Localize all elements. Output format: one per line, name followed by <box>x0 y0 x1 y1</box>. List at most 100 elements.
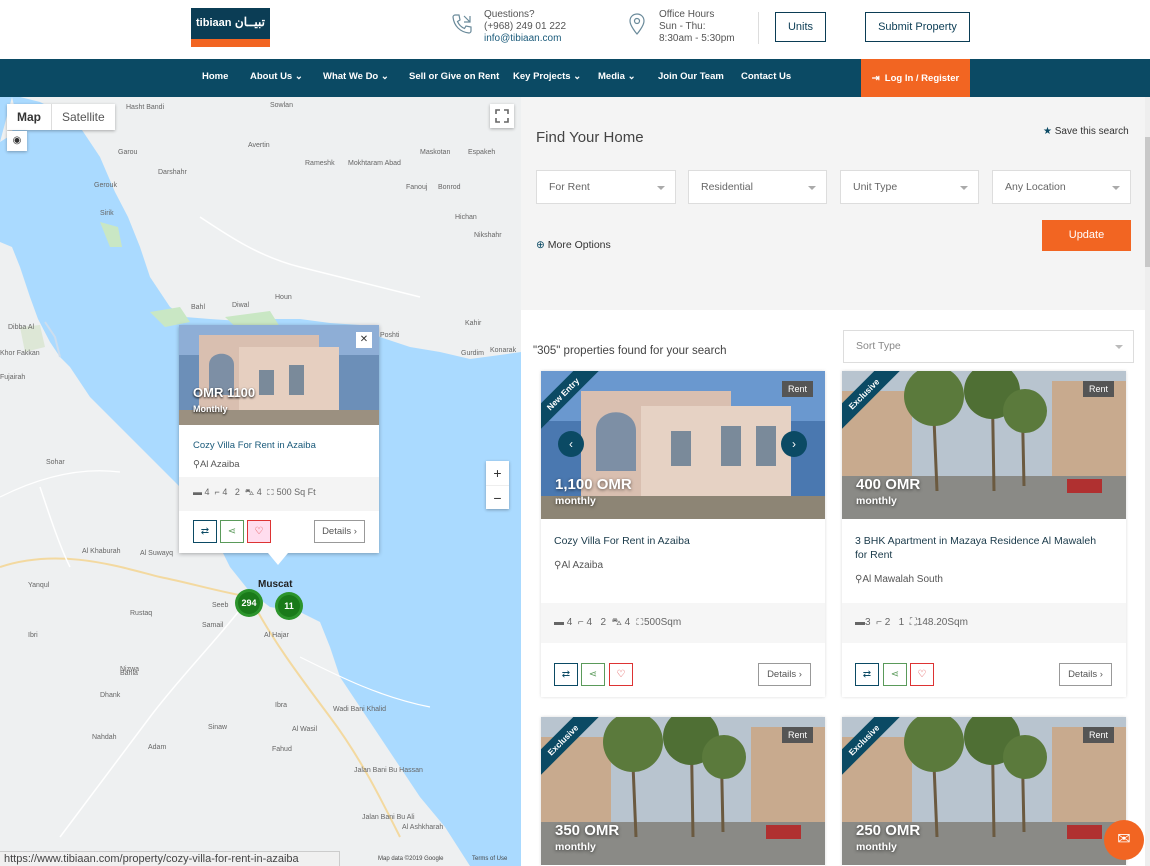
email-link[interactable]: info@tibiaan.com <box>484 33 561 44</box>
map-type-map[interactable]: Map <box>7 104 52 130</box>
page-scrollbar[interactable] <box>1145 97 1150 866</box>
zoom-out-button[interactable]: − <box>486 486 509 510</box>
card-title[interactable]: 3 BHK Apartment in Mazaya Residence Al M… <box>855 534 1105 562</box>
hours-label: Office Hours <box>659 9 715 20</box>
map-place-label: Dibba Al <box>8 324 35 331</box>
card-title[interactable]: Cozy Villa For Rent in Azaiba <box>554 534 804 548</box>
map-terms-link[interactable]: Terms of Use <box>472 856 507 862</box>
card-features: ▬ 4 ⌐ 4 2 ⛍ 4 ⛶500Sqm <box>541 603 825 643</box>
zoom-in-button[interactable]: + <box>486 461 509 486</box>
nav-label: Key Projects <box>513 71 571 82</box>
tibiaan-logo[interactable]: tibiaan تبيــان <box>191 8 270 47</box>
map-place-label: Hichan <box>455 214 477 221</box>
popup-details-button[interactable]: Details › <box>314 520 365 543</box>
map-place-label: Rustaq <box>130 610 152 617</box>
share-icon[interactable]: ⋖ <box>883 663 907 686</box>
nav-contact-us[interactable]: Contact Us <box>741 71 791 82</box>
map-type-satellite[interactable]: Satellite <box>52 104 115 130</box>
details-label: Details <box>1068 669 1098 680</box>
map-place-label: Al Suwayq <box>140 550 173 557</box>
nav-key-projects[interactable]: Key Projects ⌄ <box>513 71 581 82</box>
zoom-control: + − <box>486 461 509 509</box>
map-place-label: Al Ashkharah <box>402 824 443 831</box>
property-photo[interactable]: ✕ OMR 1100 Monthly <box>179 325 379 425</box>
map-place-label: Diwal <box>232 302 250 309</box>
filter-location[interactable]: Any Location <box>992 170 1131 204</box>
popup-title[interactable]: Cozy Villa For Rent in Azaiba <box>193 440 316 451</box>
map-place-label: Muscat <box>258 579 293 590</box>
card-period: monthly <box>856 495 897 507</box>
baths-count: 4 <box>586 617 593 628</box>
map-info-popup: ✕ OMR 1100 Monthly Cozy Villa For Rent i… <box>179 325 379 565</box>
nav-sell-or-rent[interactable]: Sell or Give on Rent <box>409 71 499 82</box>
compare-icon[interactable]: ⇄ <box>855 663 879 686</box>
fullscreen-button[interactable] <box>490 104 514 128</box>
login-register-button[interactable]: ⇥ Log In / Register <box>861 59 970 97</box>
nav-what-we-do[interactable]: What We Do ⌄ <box>323 71 389 82</box>
hours-days: Sun - Thu: <box>659 21 706 32</box>
main-nav: Home About Us ⌄ What We Do ⌄ Sell or Giv… <box>0 59 1150 97</box>
property-photo[interactable]: New Entry Rent ‹ › 1,100 OMR monthly <box>541 371 825 519</box>
nav-home[interactable]: Home <box>202 71 228 82</box>
close-icon[interactable]: ✕ <box>356 332 372 348</box>
chevron-down-icon: ⌄ <box>573 71 582 82</box>
area-value: 500 Sq Ft <box>276 487 316 497</box>
bath-icon: ⌐ <box>214 487 220 497</box>
page-title: Find Your Home <box>536 129 644 146</box>
compare-icon[interactable]: ⇄ <box>554 663 578 686</box>
property-photo[interactable]: Exclusive Rent 250 OMR monthly <box>842 717 1126 865</box>
card-location: ⚲Al Azaiba <box>554 560 603 571</box>
location-pin-icon <box>629 13 645 35</box>
favorite-heart-icon[interactable]: ♡ <box>609 663 633 686</box>
sort-select[interactable]: Sort Type <box>843 330 1134 363</box>
bath-icon: ⌐ <box>876 617 882 628</box>
nav-join-our-team[interactable]: Join Our Team <box>658 71 724 82</box>
scrollbar-thumb[interactable] <box>1145 137 1150 267</box>
map-type-control: Map Satellite <box>7 104 115 130</box>
card-details-button[interactable]: Details › <box>758 663 811 686</box>
beds-count: 3 <box>865 617 871 628</box>
phone-number[interactable]: (+968) 249 01 222 <box>484 21 566 33</box>
card-price: 250 OMR <box>856 822 921 839</box>
star-icon: ★ <box>1043 126 1052 137</box>
rent-badge: Rent <box>1082 727 1114 743</box>
favorite-heart-icon[interactable]: ♡ <box>247 520 271 543</box>
more-options-link[interactable]: ⊕ More Options <box>536 239 611 251</box>
chat-bubble-icon[interactable]: ✉ <box>1104 820 1144 860</box>
favorite-heart-icon[interactable]: ♡ <box>910 663 934 686</box>
car-icon: ⛍ <box>244 487 255 497</box>
filter-residential[interactable]: Residential <box>688 170 827 204</box>
map-cluster-marker[interactable]: 11 <box>275 592 303 620</box>
baths-count: 2 <box>884 617 891 628</box>
share-icon[interactable]: ⋖ <box>581 663 605 686</box>
nav-about-us[interactable]: About Us ⌄ <box>250 71 303 82</box>
property-photo[interactable]: Exclusive Rent 400 OMR monthly <box>842 371 1126 519</box>
details-label: Details <box>767 669 797 680</box>
card-price: 400 OMR <box>856 476 921 493</box>
card-period: monthly <box>555 495 596 507</box>
popup-price: OMR 1100 <box>193 385 256 400</box>
share-icon[interactable]: ⋖ <box>220 520 244 543</box>
baths-count: 4 <box>222 487 228 497</box>
nav-media[interactable]: Media ⌄ <box>598 71 636 82</box>
update-button[interactable]: Update <box>1042 220 1131 251</box>
more-options-label: More Options <box>547 239 611 251</box>
filter-unit-type[interactable]: Unit Type <box>840 170 979 204</box>
filter-for-rent[interactable]: For Rent <box>536 170 676 204</box>
map-place-label: Gurdim <box>461 350 484 357</box>
compare-icon[interactable]: ⇄ <box>193 520 217 543</box>
chevron-right-icon[interactable]: › <box>781 431 807 457</box>
beds-count: 4 <box>204 487 210 497</box>
card-details-button[interactable]: Details › <box>1059 663 1112 686</box>
property-photo[interactable]: Exclusive Rent 350 OMR monthly <box>541 717 825 865</box>
save-search-link[interactable]: ★ Save this search <box>1043 126 1129 137</box>
submit-property-button[interactable]: Submit Property <box>865 12 970 42</box>
map-place-label: Bonrod <box>438 184 461 191</box>
map-cluster-marker[interactable]: 294 <box>235 589 263 617</box>
contact-questions: Questions? (+968) 249 01 222 info@tibiaa… <box>452 9 566 45</box>
map-place-label: Bahla <box>120 670 138 677</box>
my-location-icon[interactable]: ◉ <box>7 131 27 151</box>
units-button[interactable]: Units <box>775 12 826 42</box>
rent-badge: Rent <box>781 727 813 743</box>
chevron-left-icon[interactable]: ‹ <box>558 431 584 457</box>
